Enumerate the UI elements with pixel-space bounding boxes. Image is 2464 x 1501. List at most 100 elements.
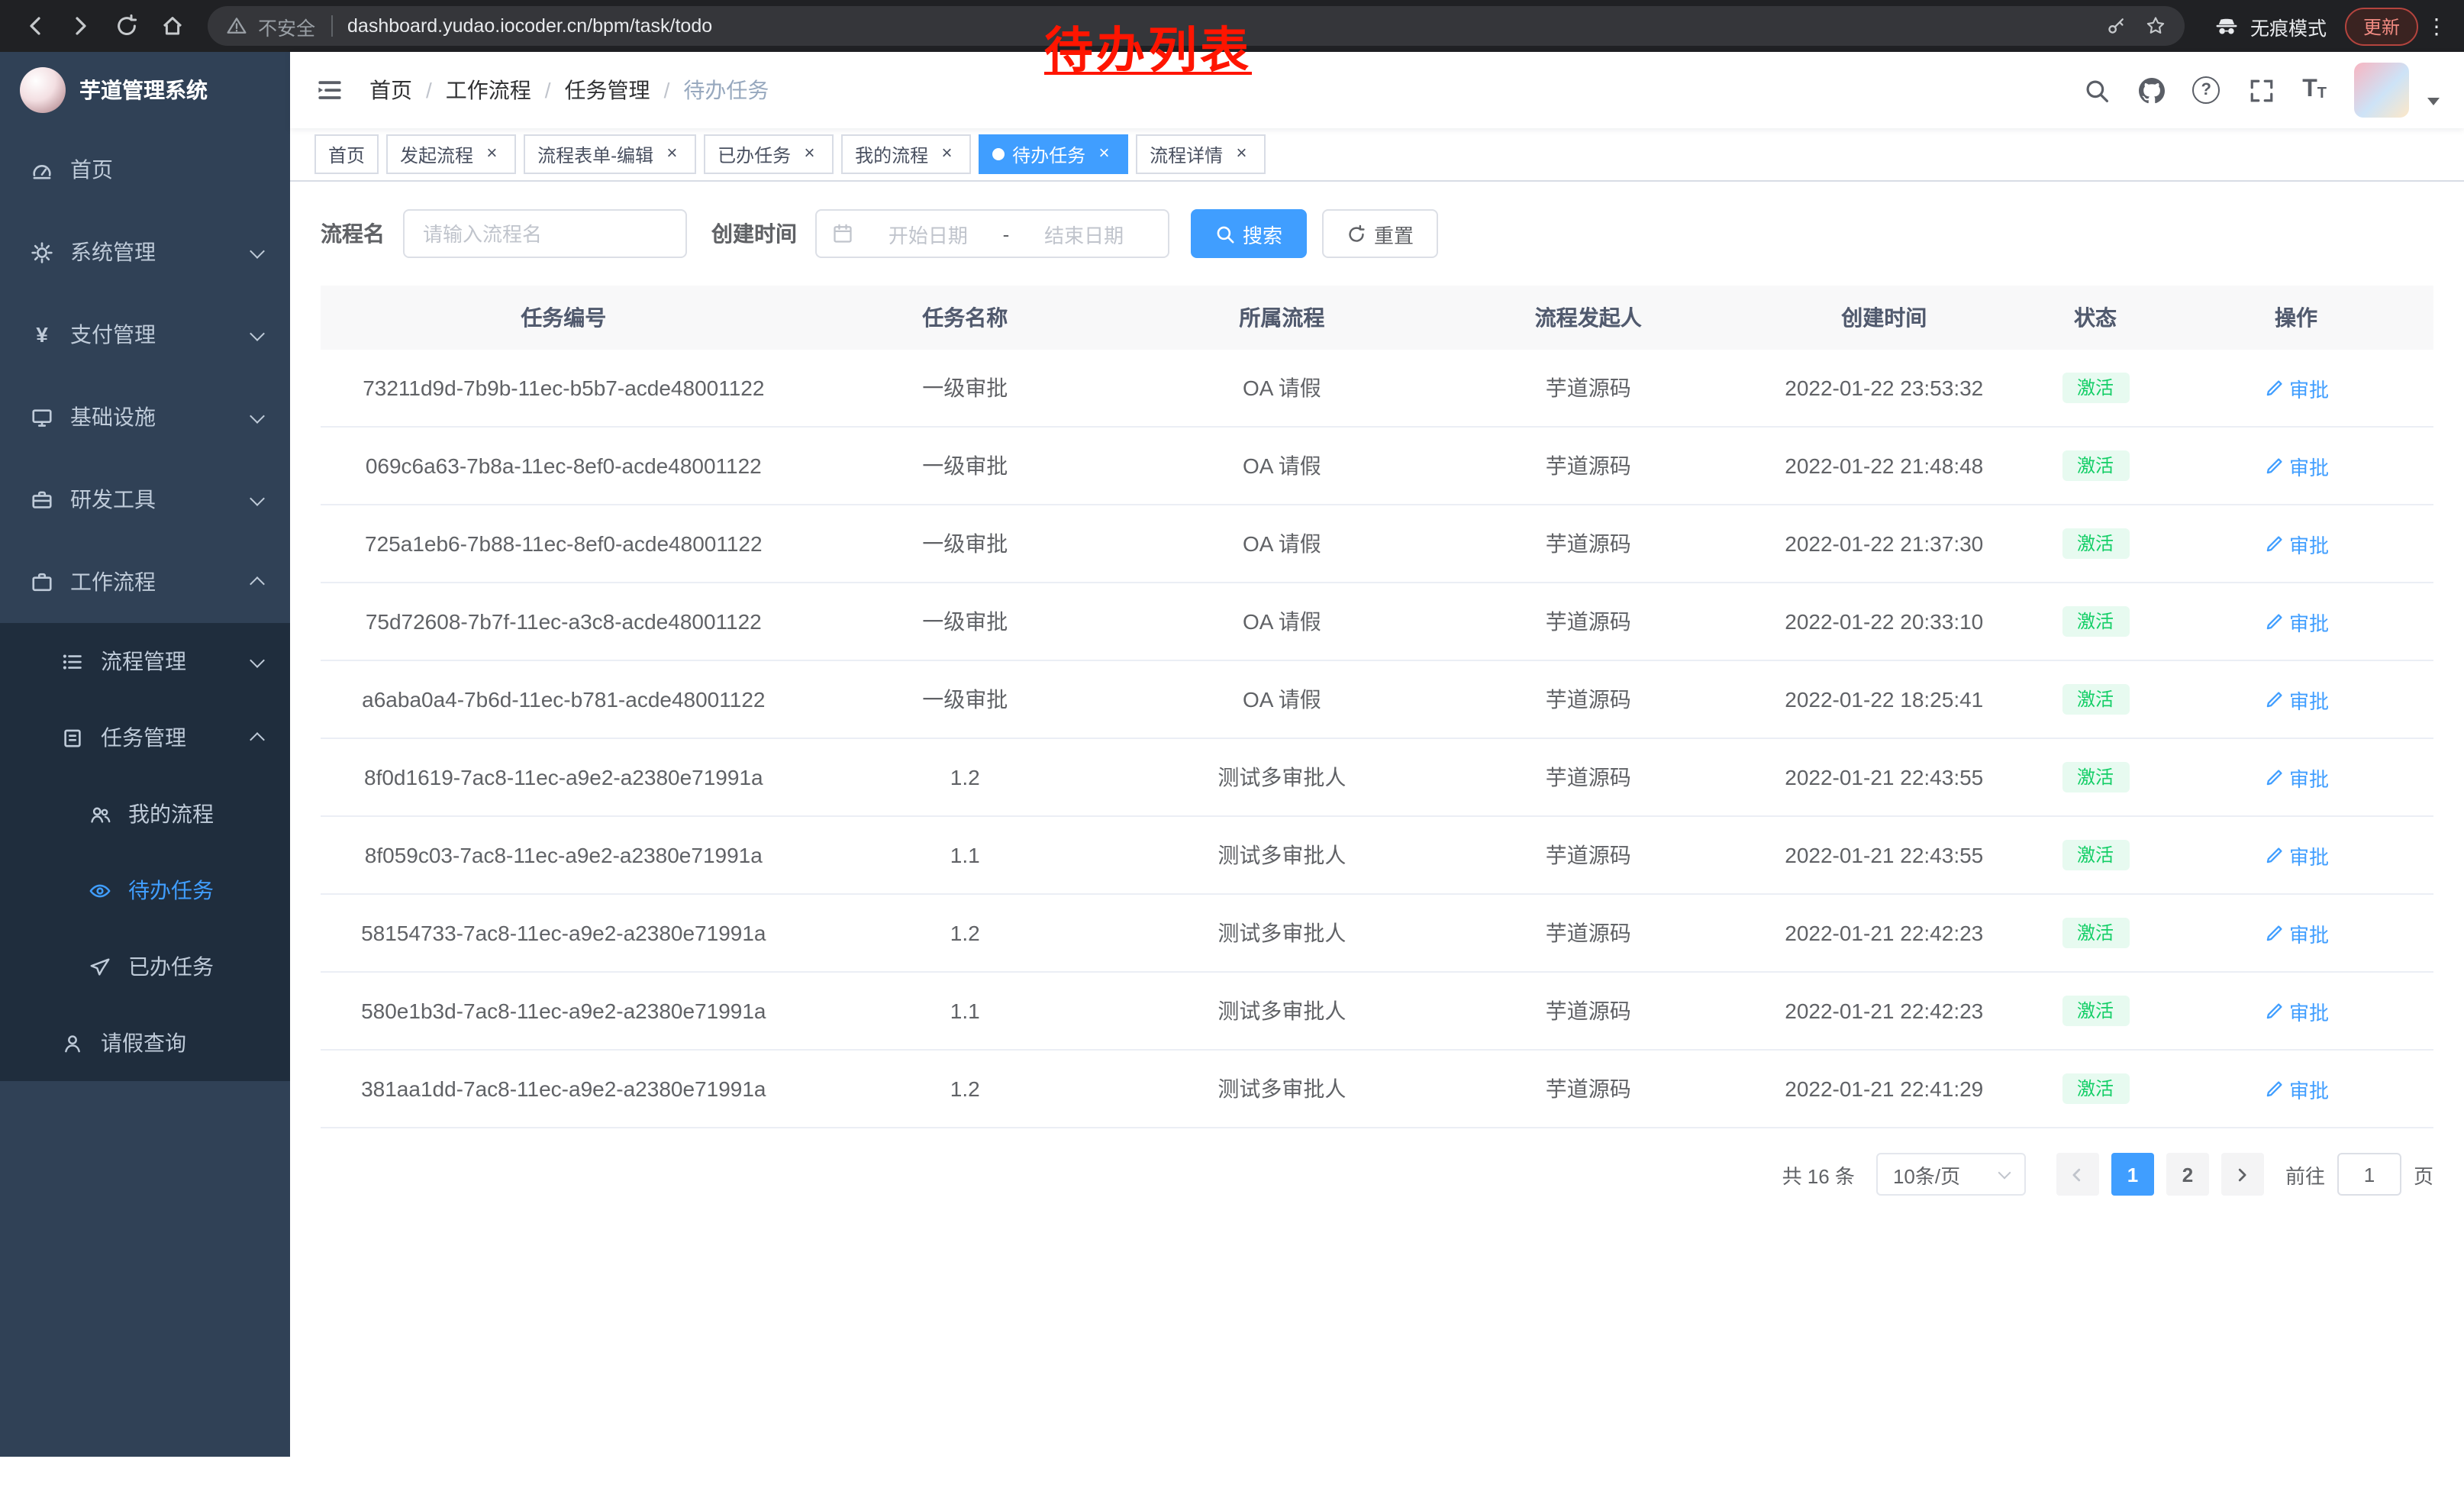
page-button-2[interactable]: 2 [2166,1153,2209,1196]
tab[interactable]: 流程表单-编辑 × [524,134,696,174]
next-page-button[interactable] [2221,1153,2264,1196]
search-button[interactable]: 搜索 [1191,209,1307,258]
browser-home-button[interactable] [153,6,192,46]
help-icon: ? [2192,76,2220,104]
sidebar-item-home[interactable]: 首页 [0,128,290,211]
browser-back-button[interactable] [15,6,55,46]
browser-reload-button[interactable] [107,6,147,46]
header-search-button[interactable] [2082,76,2110,104]
tab[interactable]: 我的流程 × [841,134,971,174]
browser-menu-button[interactable]: ⋮ [2424,6,2449,46]
bookmark-star-icon[interactable] [2145,15,2166,37]
page-size-select[interactable]: 10条/页 [1876,1153,2026,1196]
logo[interactable]: 芋道管理系统 [0,52,290,128]
tab[interactable]: 流程详情 × [1136,134,1266,174]
tab-label: 首页 [328,141,365,167]
navbar: 首页 / 工作流程 / 任务管理 / 待办任务 ? [290,52,2464,128]
docs-help-button[interactable]: ? [2192,76,2220,104]
cell-task-name: 1.2 [807,894,1124,972]
start-date-placeholder: 开始日期 [859,219,997,248]
edit-icon [2263,845,2283,865]
reset-button[interactable]: 重置 [1322,209,1438,258]
breadcrumb-item[interactable]: 任务管理 [565,75,650,105]
cell-task-id: 58154733-7ac8-11ec-a9e2-a2380e71991a [321,894,807,972]
approve-link[interactable]: 审批 [2263,763,2329,792]
approve-link-label: 审批 [2289,451,2329,480]
tab[interactable]: 待办任务 × [979,134,1128,174]
sidebar-item-process-mgmt[interactable]: 流程管理 [0,623,290,699]
sidebar-item-system[interactable]: 系统管理 [0,211,290,293]
github-button[interactable] [2137,76,2165,104]
approve-link[interactable]: 审批 [2263,685,2329,714]
tab[interactable]: 已办任务 × [704,134,834,174]
prev-page-button[interactable] [2056,1153,2099,1196]
approve-link[interactable]: 审批 [2263,918,2329,947]
table-row: 58154733-7ac8-11ec-a9e2-a2380e71991a 1.2… [321,894,2433,972]
chevron-down-icon [250,408,265,423]
sidebar-item-done-task[interactable]: 已办任务 [0,928,290,1005]
cell-task-name: 1.1 [807,972,1124,1050]
approve-link[interactable]: 审批 [2263,373,2329,402]
status-badge: 激活 [2062,1073,2129,1104]
omnibox-divider [331,15,332,37]
tab[interactable]: 发起流程 × [386,134,516,174]
approve-link[interactable]: 审批 [2263,841,2329,870]
page-button-1[interactable]: 1 [2111,1153,2154,1196]
key-icon[interactable] [2105,15,2127,37]
hamburger-icon [316,76,343,104]
goto-page-input[interactable] [2337,1153,2401,1196]
approve-link[interactable]: 审批 [2263,996,2329,1025]
tab-close-icon[interactable]: × [661,144,682,165]
sidebar-item-task-mgmt[interactable]: 任务管理 [0,699,290,776]
update-button[interactable]: 更新 [2345,7,2418,45]
tab-close-icon[interactable]: × [936,144,957,165]
home-icon [160,14,185,38]
chevron-up-icon [250,731,265,747]
tab-close-icon[interactable]: × [1093,144,1114,165]
main-area: 首页 / 工作流程 / 任务管理 / 待办任务 ? [290,52,2464,1501]
status-badge: 激活 [2062,606,2129,637]
approve-link[interactable]: 审批 [2263,607,2329,636]
tab-close-icon[interactable]: × [798,144,820,165]
process-name-input[interactable] [403,209,687,258]
font-size-button[interactable]: TT [2302,78,2327,102]
avatar-caret-icon[interactable] [2427,98,2440,105]
tab-close-icon[interactable]: × [1230,144,1252,165]
cell-status: 激活 [2032,894,2159,972]
col-process: 所属流程 [1124,286,1440,350]
edit-icon [2263,767,2283,787]
cell-process: 测试多审批人 [1124,894,1440,972]
tab[interactable]: 首页 [314,134,379,174]
sidebar: 芋道管理系统 首页 系统管理 ¥ 支付管理 [0,52,290,1457]
sidebar-item-infra[interactable]: 基础设施 [0,376,290,458]
cell-status: 激活 [2032,972,2159,1050]
edit-icon [2263,923,2283,943]
tab-close-icon[interactable]: × [481,144,502,165]
date-range-picker[interactable]: 开始日期 - 结束日期 [815,209,1169,258]
incognito-label: 无痕模式 [2250,11,2327,40]
sidebar-item-leave-query[interactable]: 请假查询 [0,1005,290,1081]
breadcrumb-item[interactable]: 工作流程 [446,75,531,105]
cell-initiator: 芋道源码 [1440,660,1737,738]
omnibox-actions [2105,15,2166,37]
cell-process: OA 请假 [1124,350,1440,427]
sidebar-item-todo-task[interactable]: 待办任务 [0,852,290,928]
cell-initiator: 芋道源码 [1440,583,1737,660]
sidebar-item-payment[interactable]: ¥ 支付管理 [0,293,290,376]
approve-link-label: 审批 [2289,607,2329,636]
approve-link[interactable]: 审批 [2263,451,2329,480]
incognito-icon [2212,11,2241,40]
approve-link[interactable]: 审批 [2263,1074,2329,1103]
approve-link[interactable]: 审批 [2263,529,2329,558]
browser-forward-button[interactable] [61,6,101,46]
sidebar-toggle-button[interactable] [314,75,345,105]
fullscreen-button[interactable] [2247,76,2275,104]
cell-task-name: 一级审批 [807,505,1124,583]
sidebar-item-workflow[interactable]: 工作流程 [0,541,290,623]
breadcrumb-item[interactable]: 首页 [369,75,412,105]
cell-action: 审批 [2159,427,2433,505]
sidebar-item-my-process[interactable]: 我的流程 [0,776,290,852]
user-avatar[interactable] [2354,63,2409,118]
table-row: 381aa1dd-7ac8-11ec-a9e2-a2380e71991a 1.2… [321,1050,2433,1128]
sidebar-item-devtools[interactable]: 研发工具 [0,458,290,541]
